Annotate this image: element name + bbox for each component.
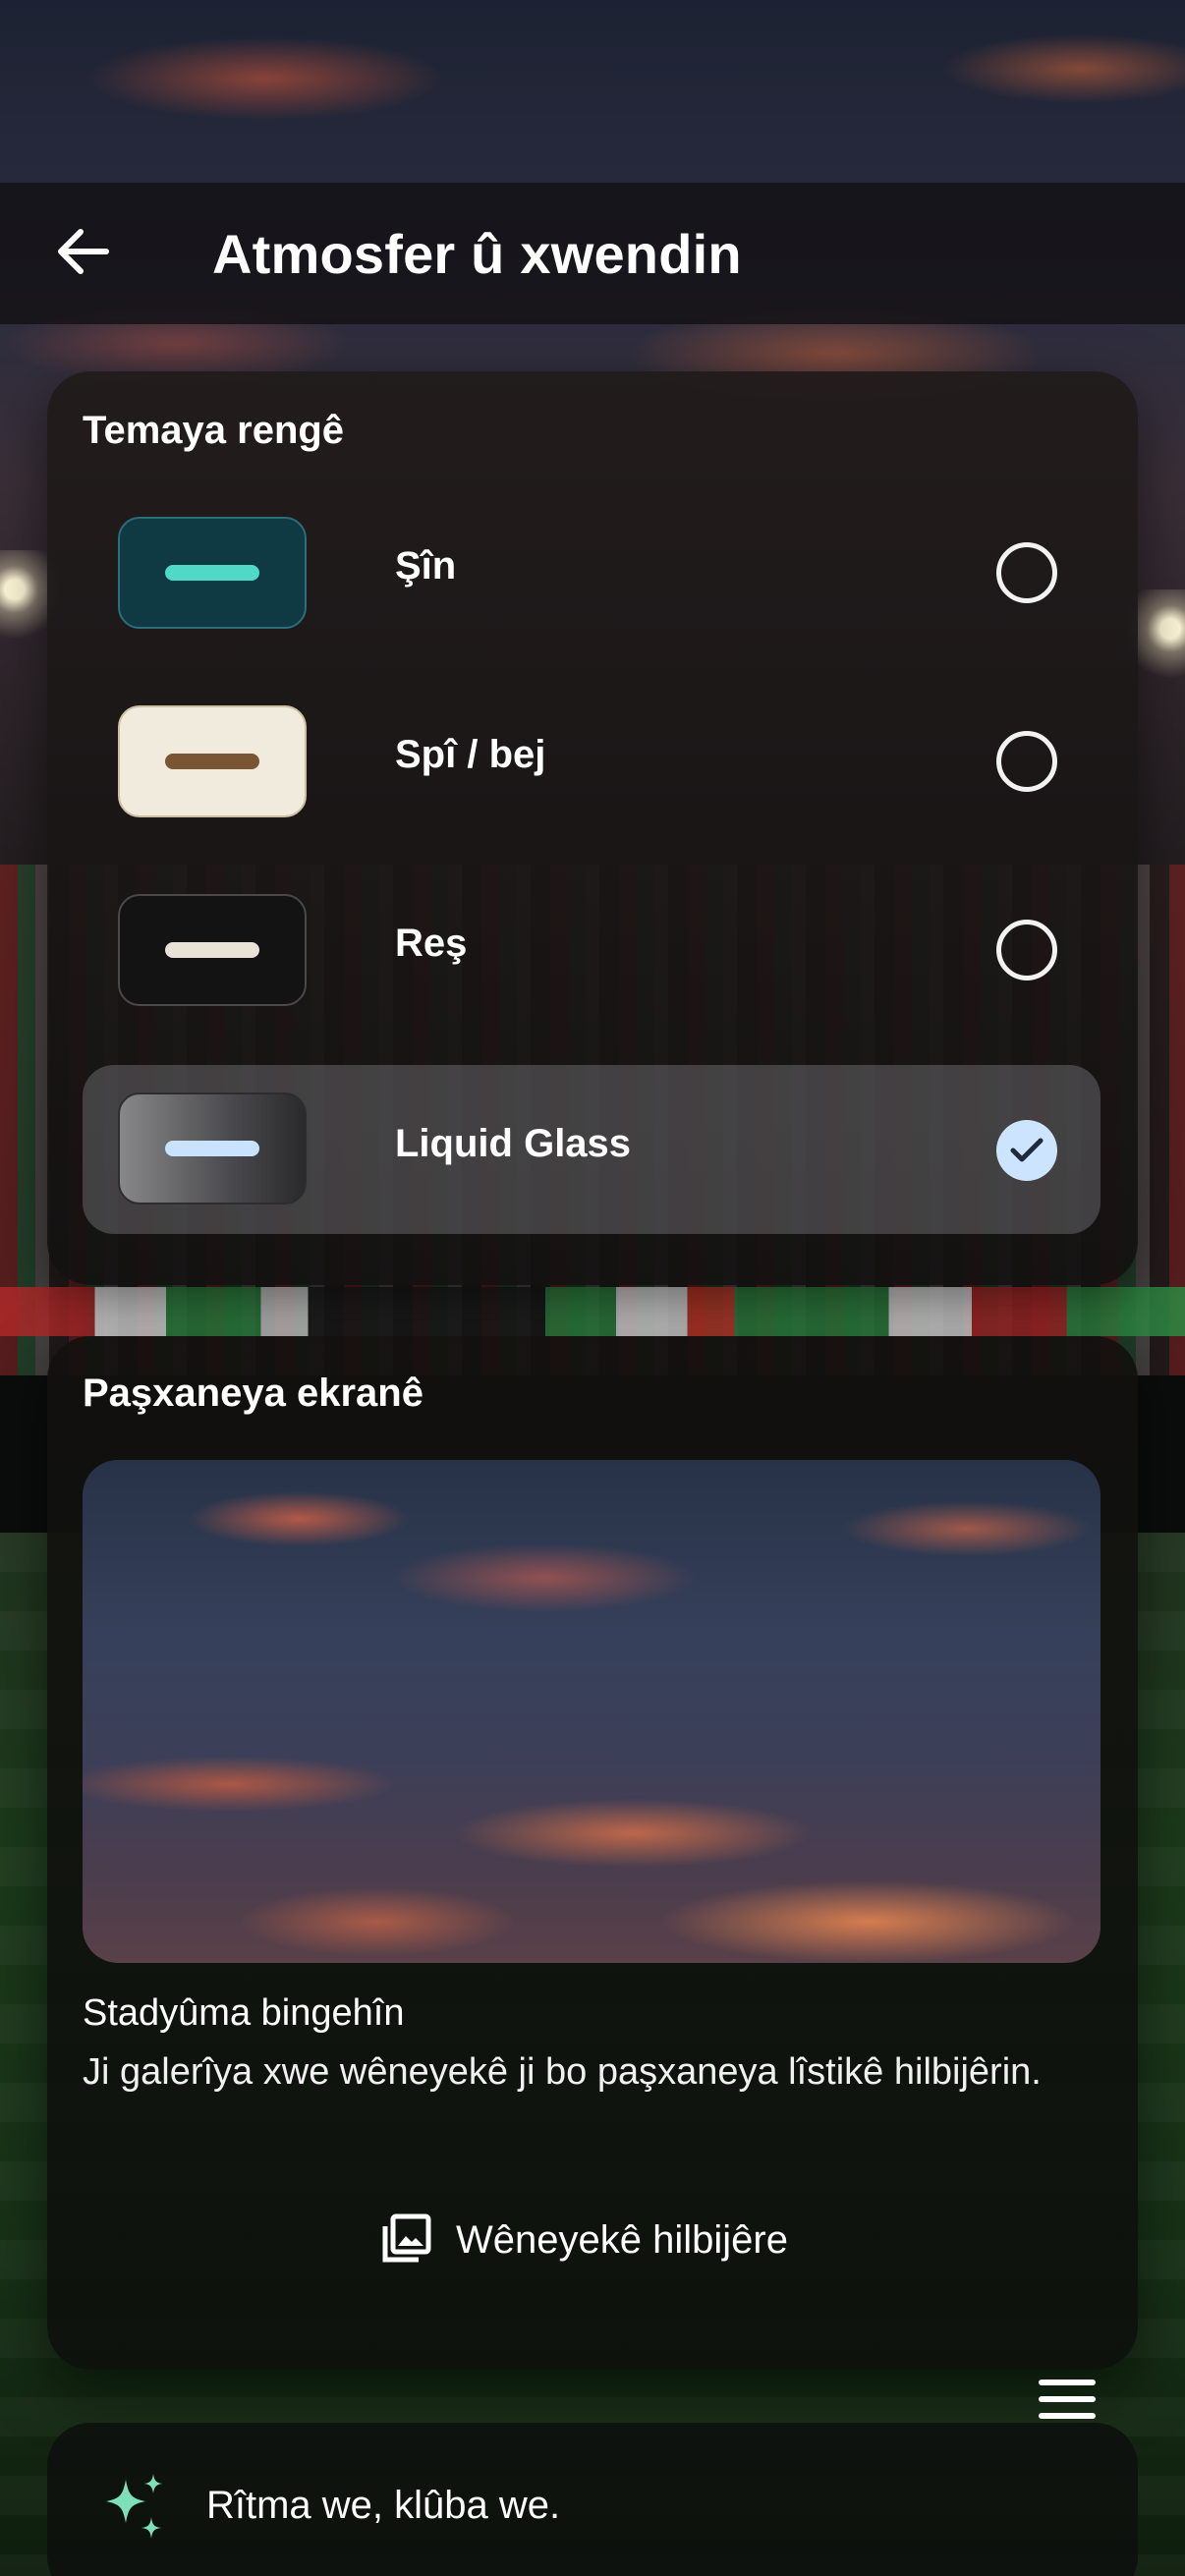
arrow-left-icon (55, 228, 110, 280)
theme-color-card: Temaya rengê Şîn Spî / bej Reş Liquid Gl… (47, 371, 1138, 1285)
radio-unchecked-icon[interactable] (996, 920, 1057, 980)
pick-image-button[interactable]: Wêneyekê hilbijêre (381, 2201, 788, 2279)
swatch-bar (165, 565, 259, 581)
theme-option-beige[interactable]: Spî / bej (83, 670, 1100, 839)
theme-option-blue[interactable]: Şîn (83, 481, 1100, 650)
theme-option-liquid-glass[interactable]: Liquid Glass (83, 1065, 1100, 1234)
hamburger-menu-icon (1037, 2377, 1098, 2427)
radio-unchecked-icon[interactable] (996, 731, 1057, 792)
theme-swatch-black (118, 894, 307, 1006)
swatch-bar (165, 754, 259, 769)
theme-option-black[interactable]: Reş (83, 859, 1100, 1028)
preview-description: Ji galerîya xwe wêneyekê ji bo paşxaneya… (83, 2051, 1042, 2093)
theme-option-label: Reş (395, 922, 468, 965)
app-header: Atmosfer û xwendin (0, 183, 1185, 324)
swatch-bar (165, 942, 259, 958)
preview-caption: Stadyûma bingehîn (83, 1992, 405, 2034)
theme-option-label: Şîn (395, 544, 457, 588)
page-title: Atmosfer û xwendin (212, 223, 742, 285)
back-button[interactable] (47, 226, 118, 281)
theme-swatch-liquid-glass (118, 1092, 307, 1204)
image-gallery-icon (381, 2212, 432, 2268)
theme-option-label: Spî / bej (395, 733, 546, 776)
sparkle-icon (98, 2470, 173, 2545)
background-preview-image (83, 1460, 1100, 1963)
screen-background-card: Paşxaneya ekranê Stadyûma bingehîn Ji ga… (47, 1336, 1138, 2370)
theme-swatch-beige (118, 705, 307, 817)
pick-image-label: Wêneyekê hilbijêre (456, 2217, 788, 2262)
radio-unchecked-icon[interactable] (996, 542, 1057, 603)
theme-option-label: Liquid Glass (395, 1122, 632, 1165)
flag-band (0, 1287, 1185, 1336)
swatch-bar (165, 1141, 259, 1156)
footer-slogan-bar: Rîtma we, klûba we. (47, 2423, 1138, 2576)
footer-slogan: Rîtma we, klûba we. (206, 2484, 561, 2527)
theme-swatch-blue (118, 517, 307, 629)
theme-card-title: Temaya rengê (83, 409, 345, 452)
radio-checked-icon[interactable] (996, 1120, 1057, 1181)
preview-card-title: Paşxaneya ekranê (83, 1372, 423, 1415)
